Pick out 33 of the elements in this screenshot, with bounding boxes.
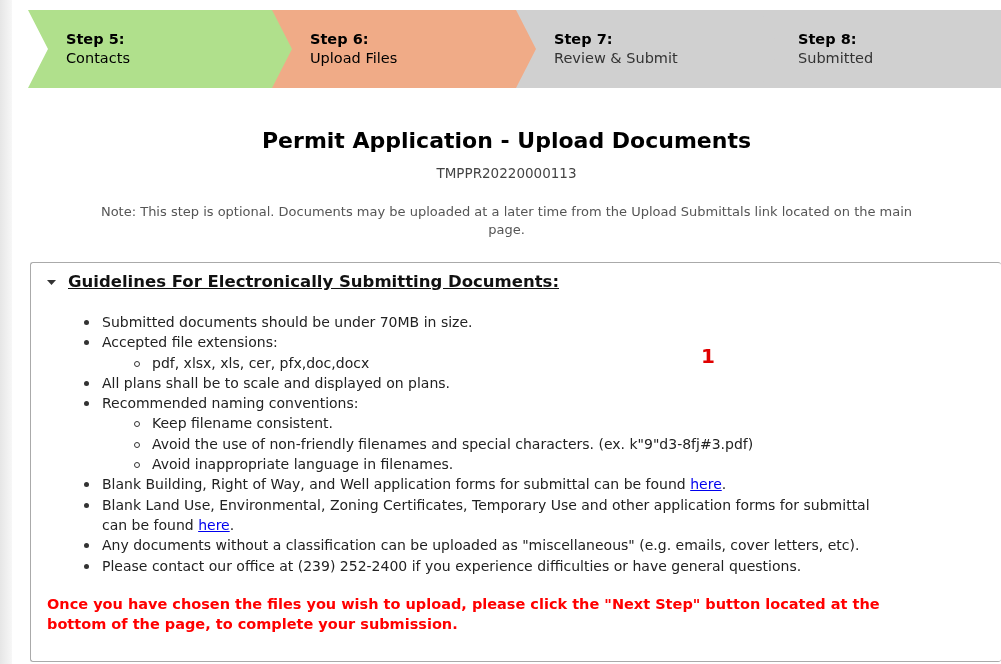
annotation-marker: 1 [701, 343, 715, 370]
wizard-step[interactable]: Step 8: Submitted [760, 10, 1001, 88]
bullet-icon [84, 380, 89, 386]
caret-icon[interactable] [47, 277, 56, 287]
bullet-icon [84, 563, 89, 569]
guideline-text: Avoid the use of non-friendly filenames and special characters. (ex. k"9"d3-8fj#3.pdf) [152, 434, 754, 454]
guidelines-heading[interactable]: Guidelines For Electronically Submitting Documents: [68, 269, 559, 295]
guideline-text: Keep filename consistent. [152, 414, 334, 434]
guideline-text: Blank Land Use, Environmental, Zoning Certificates, Temporary Use and other application forms for submittal can be found here. [102, 495, 871, 535]
page-title: Permit Application - Upload Documents [262, 127, 751, 155]
wizard-step[interactable]: Step 7: Review & Submit [516, 10, 781, 88]
here-link[interactable]: here [690, 476, 722, 493]
guideline-text: pdf, xlsx, xls, cer, pfx,doc,docx [152, 353, 370, 373]
record-id: TMPPR20220000113 [436, 164, 577, 183]
guideline-text: Blank Building, Right of Way, and Well application forms for submittal can be found here. [102, 475, 727, 495]
here-link[interactable]: here [198, 516, 230, 533]
bullet-icon [84, 482, 89, 488]
wizard-step[interactable]: Step 5: Contacts [28, 10, 293, 88]
note-text: Note: This step is optional. Documents may be uploaded at a later time from the Upload Submittals link located on the main page. [100, 203, 913, 240]
guideline-text: All plans shall be to scale and displayed on plans. [102, 373, 451, 393]
guideline-text: Accepted file extensions: [102, 333, 278, 353]
guideline-text: Avoid inappropriate language in filenames. [152, 455, 454, 475]
guideline-text: Please contact our office at (239) 252-2400 if you experience difficulties or have general questions. [102, 556, 802, 576]
warning-text: Once you have chosen the files you wish to upload, please click the "Next Step" button located at the bottom of the page, to complete your submission. [47, 594, 881, 635]
guideline-text: Any documents without a classification can be uploaded as "miscellaneous" (e.g. emails, cover letters, etc). [102, 536, 860, 556]
bullet-icon [84, 340, 89, 346]
bullet-icon [84, 401, 89, 407]
bullet-icon [84, 320, 89, 325]
guideline-text: Recommended naming conventions: [102, 394, 359, 414]
guideline-text: Submitted documents should be under 70MB in size. [102, 313, 473, 332]
wizard-step[interactable]: Step 6: Upload Files [272, 10, 537, 88]
bullet-icon [84, 502, 89, 508]
bullet-icon [84, 543, 89, 549]
